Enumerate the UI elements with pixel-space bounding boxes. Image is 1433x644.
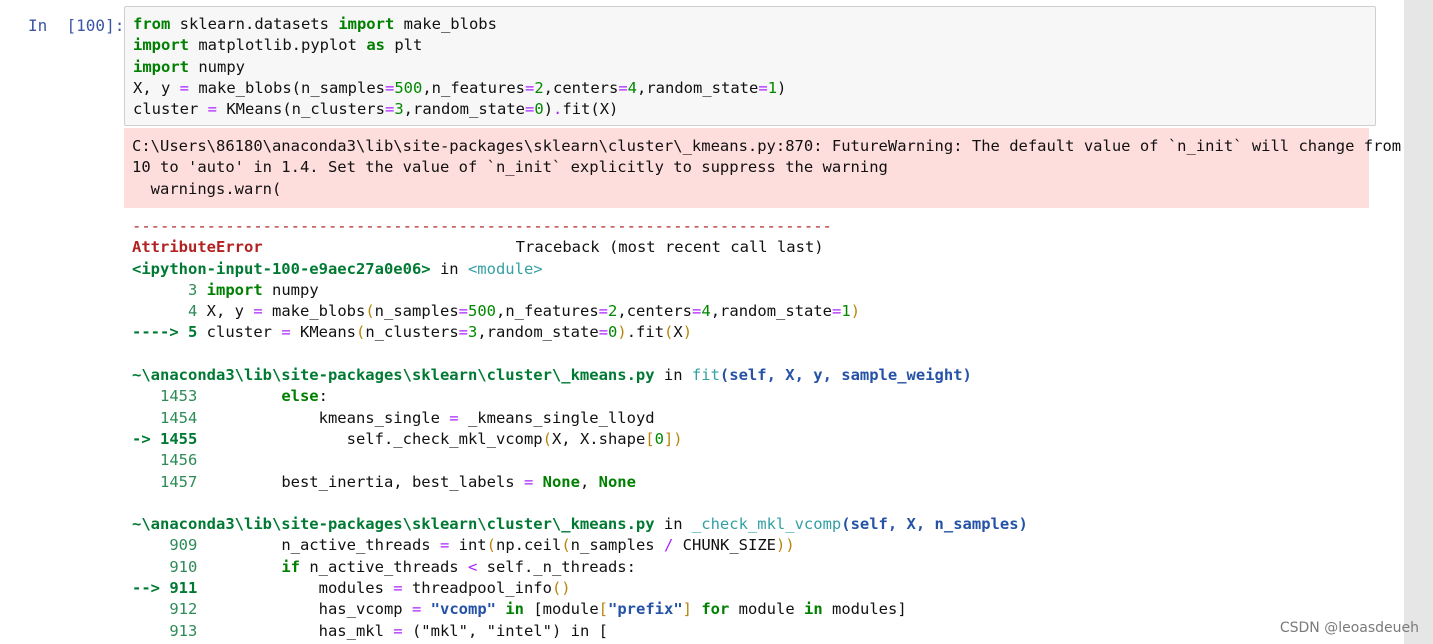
code-line-5: cluster = KMeans(n_clusters=3,random_sta… xyxy=(133,100,619,119)
current-line-arrow: ----> 5 xyxy=(132,323,198,342)
line-number: 3 xyxy=(132,280,198,299)
traceback-header: AttributeError Traceback (most recent cal… xyxy=(132,237,1028,258)
frame2-args: (self, X, y, sample_weight) xyxy=(719,366,972,385)
error-name: AttributeError xyxy=(132,238,263,257)
code-line-2: import matplotlib.pyplot as plt xyxy=(133,36,423,55)
in-word: in xyxy=(430,259,468,278)
frame2-line: -> 1455 self._check_mkl_vcomp(X, X.shape… xyxy=(132,429,683,448)
frame3-line: 909 n_active_threads = int(np.ceil(n_sam… xyxy=(132,536,795,555)
traceback-header-right: Traceback (most recent call last) xyxy=(515,238,824,257)
line-number: 913 xyxy=(132,621,198,640)
code-input-area[interactable]: from sklearn.datasets import make_blobs … xyxy=(124,6,1376,126)
line-number: 909 xyxy=(132,536,198,555)
warning-line-2: 10 to 'auto' in 1.4. Set the value of `n… xyxy=(132,158,888,177)
frame1-line: 4 X, y = make_blobs(n_samples=500,n_feat… xyxy=(132,302,861,321)
line-number: 912 xyxy=(132,600,198,619)
code-lines: from sklearn.datasets import make_blobs … xyxy=(133,14,786,120)
watermark: CSDN @leoasdeueh xyxy=(1279,620,1419,636)
scrollbar-gutter[interactable] xyxy=(1404,0,1433,644)
frame2-line: 1457 best_inertia, best_labels = None, N… xyxy=(132,472,636,491)
code-line-3: import numpy xyxy=(133,57,245,76)
line-number: 1453 xyxy=(132,387,198,406)
warning-line-3: warnings.warn( xyxy=(132,179,282,198)
frame1-line: 3 import numpy xyxy=(132,280,319,299)
frame1-line: ----> 5 cluster = KMeans(n_clusters=3,ra… xyxy=(132,323,693,342)
frame2-path: ~\anaconda3\lib\site-packages\sklearn\cl… xyxy=(132,366,655,385)
cell-prompt: In [100]: xyxy=(28,16,125,35)
frame2-header: ~\anaconda3\lib\site-packages\sklearn\cl… xyxy=(132,366,972,385)
current-line-arrow: -> 1455 xyxy=(132,429,198,448)
traceback-separator: ----------------------------------------… xyxy=(132,217,832,235)
line-number: 4 xyxy=(132,302,198,321)
frame3-line: 912 has_vcomp = "vcomp" in [module["pref… xyxy=(132,600,907,619)
frame3-args: (self, X, n_samples) xyxy=(841,515,1028,534)
input-ref: <ipython-input-100-e9aec27a0e06> xyxy=(132,259,431,278)
warning-output: C:\Users\86180\anaconda3\lib\site-packag… xyxy=(124,128,1401,208)
module-name: <module> xyxy=(467,259,543,278)
line-number: 1454 xyxy=(132,408,198,427)
frame2-line: 1456 xyxy=(132,450,1028,471)
frame3-line: 910 if n_active_threads < self._n_thread… xyxy=(132,557,636,576)
traceback-output: ----------------------------------------… xyxy=(132,216,1028,642)
code-line-1: from sklearn.datasets import make_blobs xyxy=(133,15,497,33)
frame3-path: ~\anaconda3\lib\site-packages\sklearn\cl… xyxy=(132,515,655,534)
frame1-code-0: import xyxy=(197,280,263,299)
frame3-header: ~\anaconda3\lib\site-packages\sklearn\cl… xyxy=(132,515,1028,534)
frame3-line: --> 911 modules = threadpool_info() xyxy=(132,579,571,598)
line-number: 910 xyxy=(132,557,198,576)
frame1-header: <ipython-input-100-e9aec27a0e06> in <mod… xyxy=(132,259,1028,280)
frame2-line: 1453 else: xyxy=(132,387,328,406)
frame3-func: _check_mkl_vcomp xyxy=(691,515,842,534)
current-line-arrow: --> 911 xyxy=(132,579,198,598)
frame3-line: 913 has_mkl = ("mkl", "intel") in [ xyxy=(132,621,608,640)
frame2-func: fit xyxy=(691,366,720,385)
warning-line-1: C:\Users\86180\anaconda3\lib\site-packag… xyxy=(132,137,1402,155)
code-line-4: X, y = make_blobs(n_samples=500,n_featur… xyxy=(133,78,787,97)
line-number: 1457 xyxy=(132,472,198,491)
frame2-line: 1454 kmeans_single = _kmeans_single_lloy… xyxy=(132,408,655,427)
line-number: 1456 xyxy=(132,451,198,470)
